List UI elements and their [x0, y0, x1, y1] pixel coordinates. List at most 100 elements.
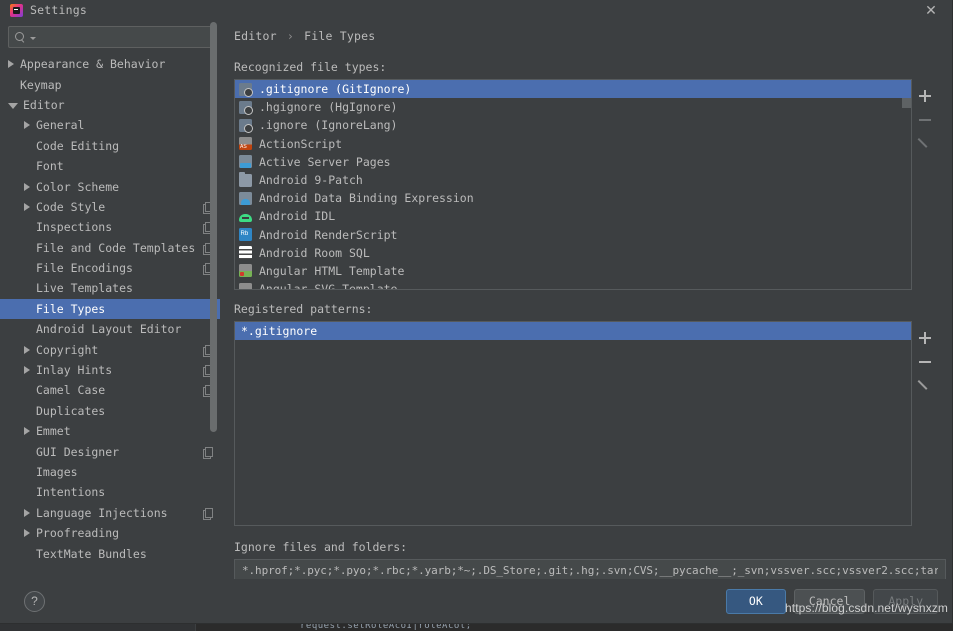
remove-pattern-button[interactable] [913, 350, 937, 374]
sidebar-item-label: Images [36, 465, 78, 479]
file-type-label: Android Data Binding Expression [259, 191, 474, 206]
angular-svg-icon [239, 282, 252, 289]
registered-patterns-list[interactable]: *.gitignore [234, 321, 912, 526]
remove-file-type-button [913, 108, 937, 132]
sidebar-item-appearance-behavior[interactable]: Appearance & Behavior [0, 54, 220, 74]
file-type-row[interactable]: Angular HTML Template [235, 262, 911, 280]
file-type-row[interactable]: Android Room SQL [235, 244, 911, 262]
file-type-row[interactable]: Active Server Pages [235, 153, 911, 171]
breadcrumb-separator: › [286, 29, 294, 43]
close-icon[interactable]: ✕ [922, 1, 940, 19]
edit-pattern-button[interactable] [913, 374, 937, 398]
sidebar-item-label: Duplicates [36, 403, 106, 418]
chevron-right-icon[interactable] [24, 508, 30, 517]
ignore-files-label: Ignore files and folders: [234, 540, 408, 554]
sidebar-item-label: GUI Designer [36, 444, 120, 459]
sidebar-item-label: Intentions [36, 485, 106, 500]
settings-tree[interactable]: Appearance & Behavior Keymap Editor General… [0, 52, 220, 579]
copy-settings-icon[interactable] [203, 507, 213, 520]
sidebar-item-label: Keymap [20, 77, 62, 92]
sidebar-item-code-style[interactable]: Code Style [0, 197, 220, 217]
sidebar-item-label: Color Scheme [36, 179, 120, 194]
settings-content: Editor › File Types Recognized file type… [220, 20, 952, 582]
file-type-label: .ignore (IgnoreLang) [259, 118, 398, 133]
recognized-file-types-list[interactable]: .gitignore (GitIgnore) .hgignore (HgIgnor… [234, 79, 912, 290]
recognized-list-toolbar [912, 79, 938, 290]
watermark-text: https://blog.csdn.net/wysnxzm [785, 601, 948, 615]
sidebar-item-code-editing[interactable]: Code Editing [0, 136, 220, 156]
file-type-row[interactable]: .gitignore (GitIgnore) [235, 80, 911, 99]
search-box[interactable] [8, 26, 212, 48]
folder-icon [239, 171, 252, 187]
file-type-row[interactable]: Android IDL [235, 207, 911, 225]
file-type-row[interactable]: Android RenderScript [235, 226, 911, 244]
chevron-down-icon[interactable] [8, 102, 18, 109]
sidebar-item-camel-case[interactable]: Camel Case [0, 380, 220, 400]
sidebar-item-proofreading[interactable]: Proofreading [0, 523, 220, 543]
sidebar-item-label: Emmet [36, 424, 71, 439]
breadcrumb-root[interactable]: Editor [234, 29, 277, 43]
file-type-row[interactable]: ActionScript [235, 135, 911, 153]
android-robot-icon [239, 210, 252, 223]
intellij-logo-icon [10, 3, 23, 17]
sidebar-item-file-encodings[interactable]: File Encodings [0, 258, 220, 278]
asp-file-icon [239, 155, 252, 169]
chevron-right-icon[interactable] [24, 366, 30, 375]
chevron-right-icon[interactable] [24, 182, 30, 191]
sidebar-item-android-layout-editor[interactable]: Android Layout Editor [0, 319, 220, 339]
sidebar-item-gui-designer[interactable]: GUI Designer [0, 441, 220, 461]
file-type-label: Android RenderScript [259, 227, 398, 242]
chevron-right-icon[interactable] [24, 202, 30, 211]
sidebar-item-label: Code Style [36, 199, 106, 214]
file-type-row[interactable]: Android Data Binding Expression [235, 189, 911, 207]
sidebar-item-label: File and Code Templates [36, 240, 196, 255]
sidebar-item-font[interactable]: Font [0, 156, 220, 176]
sidebar-item-general[interactable]: General [0, 115, 220, 135]
chevron-right-icon[interactable] [24, 427, 30, 436]
file-type-label: Android 9-Patch [259, 173, 363, 188]
add-pattern-button[interactable] [913, 326, 937, 350]
sidebar-item-images[interactable]: Images [0, 462, 220, 482]
sidebar-item-label: Editor [23, 97, 65, 112]
sidebar-item-file-and-code-templates[interactable]: File and Code Templates [0, 238, 220, 258]
search-wrapper [0, 20, 220, 52]
recognized-section: .gitignore (GitIgnore) .hgignore (HgIgnor… [234, 79, 938, 290]
sidebar-item-color-scheme[interactable]: Color Scheme [0, 176, 220, 196]
ignore-files-input[interactable] [242, 564, 938, 577]
file-type-row[interactable]: .ignore (IgnoreLang) [235, 116, 911, 134]
sidebar-item-label: File Types [36, 301, 106, 316]
sidebar-item-emmet[interactable]: Emmet [0, 421, 220, 441]
sidebar-item-inlay-hints[interactable]: Inlay Hints [0, 360, 220, 380]
sidebar-item-editor[interactable]: Editor [0, 95, 220, 115]
chevron-right-icon[interactable] [8, 60, 14, 69]
file-type-row[interactable]: Angular SVG Template [235, 280, 911, 290]
sidebar-item-textmate-bundles[interactable]: TextMate Bundles [0, 543, 220, 563]
file-type-label: Angular SVG Template [259, 282, 398, 290]
sidebar-item-language-injections[interactable]: Language Injections [0, 503, 220, 523]
ignore-file-icon [239, 82, 253, 97]
sidebar-scrollbar[interactable] [210, 22, 217, 432]
add-file-type-button[interactable] [913, 84, 937, 108]
ok-button[interactable]: OK [725, 588, 786, 614]
file-type-row[interactable]: .hgignore (HgIgnore) [235, 98, 911, 116]
chevron-right-icon[interactable] [24, 529, 30, 538]
chevron-right-icon[interactable] [24, 345, 30, 354]
renderscript-icon [239, 228, 252, 242]
sidebar-item-file-types[interactable]: File Types [0, 298, 220, 320]
sidebar-item-keymap[interactable]: Keymap [0, 74, 220, 94]
sidebar-item-duplicates[interactable]: Duplicates [0, 401, 220, 421]
sidebar-item-label: Font [36, 159, 64, 174]
file-type-row[interactable]: Android 9-Patch [235, 171, 911, 189]
dialog-footer: ? OK Cancel Apply https://blog.csdn.net/… [0, 579, 952, 623]
pattern-row[interactable]: *.gitignore [235, 322, 911, 341]
search-input[interactable] [36, 30, 205, 44]
sql-table-icon [239, 246, 252, 260]
recognized-list-scrollbar[interactable] [902, 98, 911, 108]
chevron-right-icon[interactable] [24, 121, 30, 130]
copy-settings-icon[interactable] [203, 446, 213, 459]
sidebar-item-intentions[interactable]: Intentions [0, 482, 220, 502]
sidebar-item-copyright[interactable]: Copyright [0, 339, 220, 359]
sidebar-item-inspections[interactable]: Inspections [0, 217, 220, 237]
sidebar-item-live-templates[interactable]: Live Templates [0, 278, 220, 298]
help-button[interactable]: ? [24, 590, 45, 612]
